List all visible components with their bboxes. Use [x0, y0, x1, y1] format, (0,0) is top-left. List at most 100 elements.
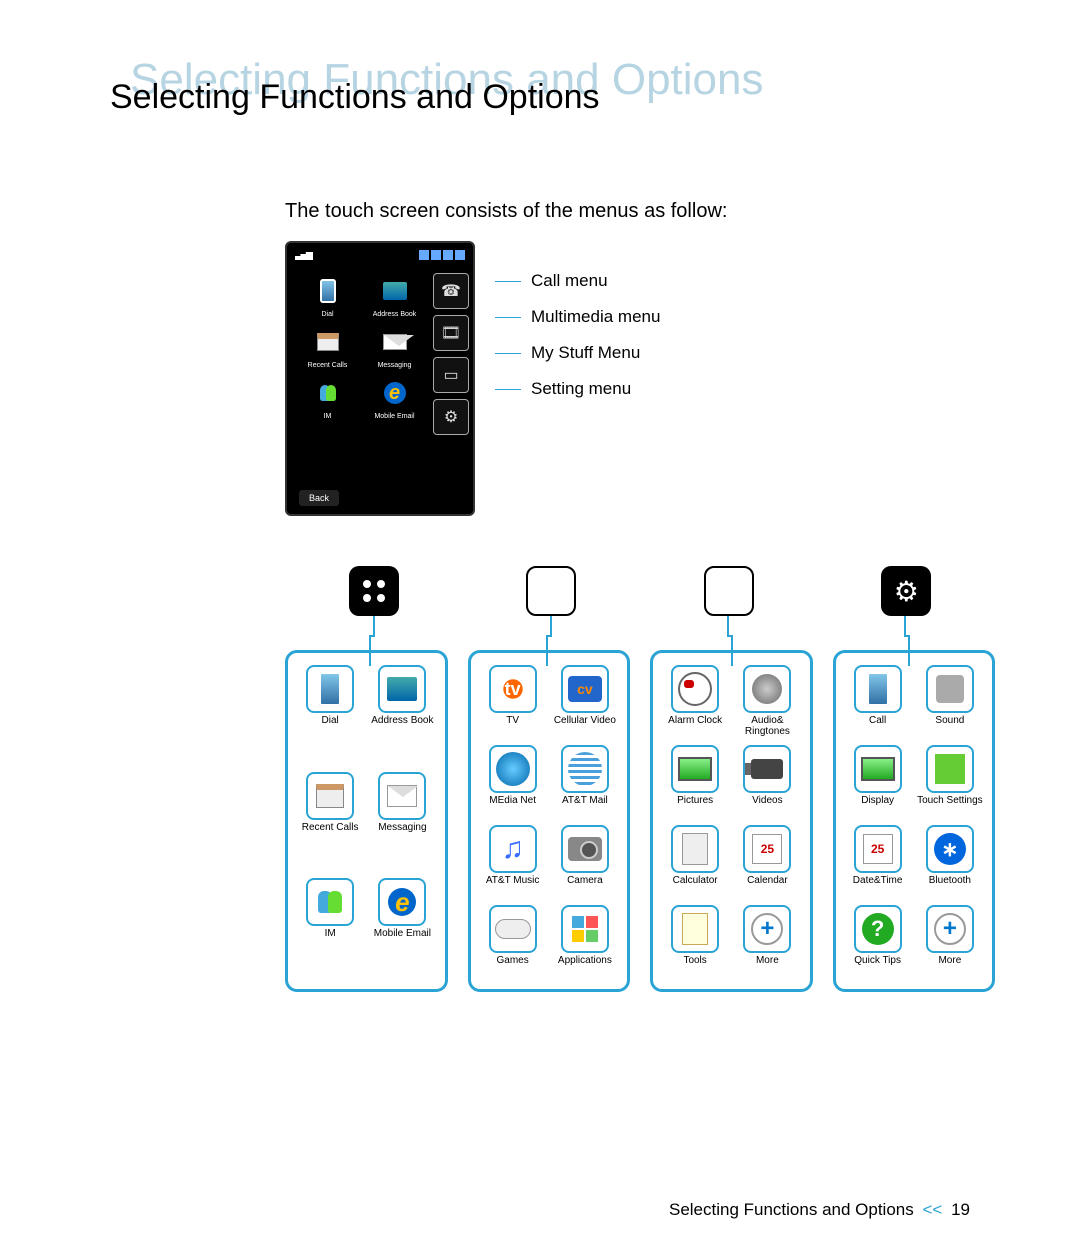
app-address-book: Address Book [368, 665, 436, 764]
panel-mystuff: Alarm Clock Audio& Ringtones Pictures Vi… [650, 650, 813, 992]
app-recent-calls: Recent Calls [296, 772, 364, 871]
app-games: Games [479, 905, 547, 977]
app-cellular-video: cvCellular Video [551, 665, 619, 737]
app-camera: Camera [551, 825, 619, 897]
phone-app-dial: Dial [297, 273, 358, 318]
plus-icon: + [751, 913, 783, 945]
callout-mystuff-menu: My Stuff Menu [495, 343, 660, 363]
ie-icon: e [388, 888, 416, 916]
back-button: Back [299, 490, 339, 506]
tab-mystuff-menu: ▭ [433, 357, 469, 393]
app-display: Display [844, 745, 912, 817]
phone-diagram: Dial Address Book Recent Calls Messaging… [285, 241, 970, 516]
film-icon: 🎞 [441, 323, 461, 343]
manual-page: Selecting Functions and Options Selectin… [0, 0, 1080, 1032]
dots-icon [363, 580, 385, 602]
top-btn-settings: ⚙ [881, 566, 931, 616]
tab-call-menu: ☎ [433, 273, 469, 309]
callouts: Call menu Multimedia menu My Stuff Menu … [495, 241, 660, 399]
footer-page-number: 19 [951, 1200, 970, 1219]
phone-app-mobile-email: eMobile Email [364, 375, 425, 420]
im-icon [318, 891, 342, 913]
tab-multimedia-menu: 🎞 [433, 315, 469, 351]
clipboard-icon [317, 333, 339, 351]
status-bar [291, 247, 469, 263]
top-btn-call [349, 566, 399, 616]
app-touch-settings: Touch Settings [916, 745, 984, 817]
phone-app-recent-calls: Recent Calls [297, 324, 358, 369]
calendar-icon: 25 [863, 834, 893, 864]
app-mobile-email: eMobile Email [368, 878, 436, 977]
globe-icon [496, 752, 530, 786]
app-att-mail: AT&T Mail [551, 745, 619, 817]
app-calculator: Calculator [661, 825, 729, 897]
app-videos: Videos [733, 745, 801, 817]
clipboard-icon [316, 784, 344, 808]
top-btn-multimedia [526, 566, 576, 616]
title-area: Selecting Functions and Options Selectin… [110, 60, 970, 140]
display-icon [861, 757, 895, 781]
camera-icon [568, 837, 602, 861]
app-alarm-clock: Alarm Clock [661, 665, 729, 737]
notes-icon [682, 913, 708, 945]
signal-icon [295, 250, 313, 260]
phone-icon [320, 279, 336, 303]
panels: Dial Address Book Recent Calls Messaging… [285, 650, 995, 992]
question-icon: ? [862, 913, 894, 945]
alarm-icon [678, 672, 712, 706]
app-bluetooth: ∗Bluetooth [916, 825, 984, 897]
top-btn-mystuff [704, 566, 754, 616]
callout-setting-menu: Setting menu [495, 379, 660, 399]
app-tv: tvTV [479, 665, 547, 737]
phone-screenshot: Dial Address Book Recent Calls Messaging… [285, 241, 475, 516]
mail-icon [387, 785, 417, 807]
app-messaging: Messaging [368, 772, 436, 871]
callout-call-menu: Call menu [495, 271, 660, 291]
phone-icon [867, 672, 889, 706]
mail-icon [383, 334, 407, 350]
connector-lines [285, 616, 995, 666]
cv-icon: cv [568, 676, 602, 702]
callout-multimedia-menu: Multimedia menu [495, 307, 660, 327]
folder-icon: ▭ [443, 365, 458, 385]
app-dial: Dial [296, 665, 364, 764]
app-media-net: MEdia Net [479, 745, 547, 817]
calendar-icon: 25 [752, 834, 782, 864]
app-calendar: 25Calendar [733, 825, 801, 897]
app-im: IM [296, 878, 364, 977]
menu-tree: ⚙ Dial Address Book Recent Calls Messagi… [285, 566, 995, 992]
tv-icon: tv [496, 672, 530, 706]
gear-icon: ⚙ [894, 575, 919, 608]
phone-icon [319, 672, 341, 706]
phone-sidebar-tabs: ☎ 🎞 ▭ ⚙ [433, 273, 469, 435]
app-tools: Tools [661, 905, 729, 977]
app-more-settings: +More [916, 905, 984, 977]
apps-icon [572, 916, 598, 942]
app-pictures: Pictures [661, 745, 729, 817]
att-icon [568, 752, 602, 786]
footer-separator: << [922, 1200, 942, 1219]
footer-section: Selecting Functions and Options [669, 1200, 914, 1219]
phone-app-grid: Dial Address Book Recent Calls Messaging… [291, 263, 431, 424]
image-icon [383, 282, 407, 300]
tree-top-buttons: ⚙ [285, 566, 995, 636]
plus-icon: + [934, 913, 966, 945]
touch-icon [935, 754, 965, 784]
app-applications: Applications [551, 905, 619, 977]
app-more-mystuff: +More [733, 905, 801, 977]
panel-settings: Call Sound Display Touch Settings 25Date… [833, 650, 996, 992]
phone-tab-icon: ☎ [441, 281, 461, 301]
speaker-icon [752, 674, 782, 704]
ie-icon: e [384, 382, 406, 404]
connector-svg [285, 616, 995, 666]
address-book-icon [387, 677, 417, 701]
gear-icon: ⚙ [444, 407, 458, 427]
phone-app-im: IM [297, 375, 358, 420]
status-icons [419, 250, 465, 260]
phone-app-address-book: Address Book [364, 273, 425, 318]
gamepad-icon [495, 919, 531, 939]
panel-call: Dial Address Book Recent Calls Messaging… [285, 650, 448, 992]
music-icon: ♫ [501, 832, 524, 866]
app-quick-tips: ?Quick Tips [844, 905, 912, 977]
camcorder-icon [751, 759, 783, 779]
